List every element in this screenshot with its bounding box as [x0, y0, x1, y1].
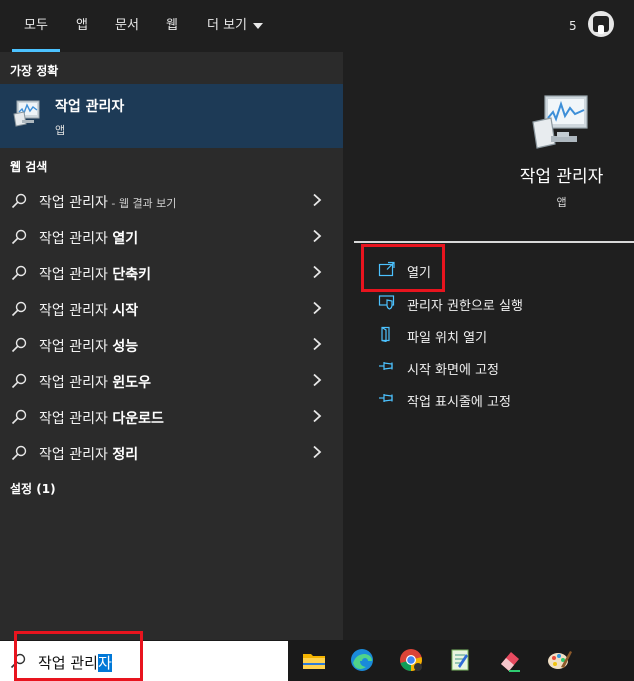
shield-icon [378, 295, 395, 310]
action-pin-to-taskbar[interactable]: 작업 표시줄에 고정 [354, 384, 634, 414]
search-icon [11, 373, 27, 389]
search-icon [11, 409, 27, 425]
tab-more-label: 더 보기 [207, 18, 248, 33]
action-pin-to-start[interactable]: 시작 화면에 고정 [354, 352, 634, 382]
action-open-file-location-label: 파일 위치 열기 [407, 331, 488, 346]
web-result-text: 작업 관리자 - 웹 결과 보기 [39, 192, 176, 212]
search-icon [11, 229, 27, 245]
best-match-heading: 가장 정확 [10, 64, 59, 78]
web-result-item[interactable]: 작업 관리자 다운로드 [0, 399, 343, 435]
web-result-text: 작업 관리자 성능 [39, 336, 138, 356]
chrome-icon[interactable] [397, 646, 425, 674]
web-result-item[interactable]: 작업 관리자 윈도우 [0, 363, 343, 399]
pin-icon [379, 394, 393, 402]
task-manager-icon [532, 95, 588, 149]
web-result-prefix: 작업 관리자 [39, 339, 113, 355]
search-typed-text: 작업 관리 [38, 654, 98, 672]
web-result-prefix: 작업 관리자 [39, 231, 113, 247]
search-icon [11, 445, 27, 461]
pin-icon [379, 362, 393, 370]
web-result-item[interactable]: 작업 관리자 시작 [0, 291, 343, 327]
web-result-text: 작업 관리자 열기 [39, 228, 138, 248]
web-result-keyword: 단축키 [112, 267, 151, 283]
web-result-keyword: 시작 [112, 303, 139, 319]
chevron-right-icon [313, 193, 322, 207]
action-open-label: 열기 [407, 266, 431, 281]
search-icon [10, 653, 26, 669]
web-result-item[interactable]: 작업 관리자 정리 [0, 435, 343, 471]
web-result-item[interactable]: 작업 관리자 단축키 [0, 255, 343, 291]
action-run-as-admin-label: 관리자 권한으로 실행 [407, 299, 523, 314]
action-open[interactable]: 열기 [354, 255, 634, 285]
search-input[interactable]: 작업 관리자 [0, 641, 288, 681]
best-match-subtitle: 앱 [55, 124, 66, 137]
web-result-text: 작업 관리자 시작 [39, 300, 138, 320]
web-result-keyword: 정리 [112, 447, 139, 463]
search-icon [11, 265, 27, 281]
search-text: 작업 관리자 [38, 652, 112, 673]
tab-all[interactable]: 모두 [12, 0, 60, 52]
chevron-right-icon [313, 409, 322, 423]
edge-icon[interactable] [348, 646, 376, 674]
paint-icon[interactable] [545, 646, 573, 674]
settings-heading[interactable]: 설정 (1) [10, 480, 56, 497]
search-selected-text: 자 [97, 654, 112, 672]
web-result-prefix: 작업 관리자 [39, 447, 113, 463]
chevron-right-icon [313, 265, 322, 279]
web-result-keyword: 열기 [112, 231, 139, 247]
action-run-as-admin[interactable]: 관리자 권한으로 실행 [354, 288, 634, 318]
app-type: 앱 [556, 196, 567, 209]
tab-more[interactable]: 더 보기 [207, 0, 264, 52]
web-result-text: 작업 관리자 다운로드 [39, 408, 164, 428]
tab-apps[interactable]: 앱 [76, 0, 88, 52]
web-result-prefix: 작업 관리자 [39, 411, 113, 427]
web-result-text: 작업 관리자 단축키 [39, 264, 151, 284]
search-icon [11, 301, 27, 317]
results-list: 가장 정확 작업 관리자 앱 웹 검색 작업 관리자 - 웹 결과 보기 작업 관… [0, 52, 343, 640]
caret-down-icon [253, 22, 264, 29]
web-result-item[interactable]: 작업 관리자 - 웹 결과 보기 [0, 183, 343, 219]
chevron-right-icon [313, 301, 322, 315]
rewards-points: 5 [569, 19, 577, 33]
web-result-prefix: 작업 관리자 [39, 303, 113, 319]
search-tab-bar: 모두 앱 문서 웹 더 보기 5 [0, 0, 634, 52]
action-pin-to-taskbar-label: 작업 표시줄에 고정 [407, 395, 511, 410]
web-search-heading: 웹 검색 [10, 160, 48, 174]
file-explorer-icon[interactable] [300, 646, 328, 674]
web-result-suffix: - 웹 결과 보기 [107, 197, 177, 210]
search-icon [11, 337, 27, 353]
divider [354, 241, 634, 243]
web-result-keyword: 다운로드 [112, 411, 164, 427]
taskbar: 작업 관리자 [0, 640, 634, 681]
best-match-title: 작업 관리자 [55, 99, 125, 115]
app-title: 작업 관리자 [519, 167, 604, 187]
app-preview-pane: 작업 관리자 앱 열기 관리자 권한으로 실행 파일 위치 열기 시작 화면에 … [354, 52, 634, 640]
web-result-keyword: 윈도우 [112, 375, 151, 391]
notepad-plus-icon[interactable] [446, 646, 474, 674]
action-pin-to-start-label: 시작 화면에 고정 [407, 363, 499, 378]
chevron-right-icon [313, 337, 322, 351]
file-location-icon [381, 326, 390, 342]
action-open-file-location[interactable]: 파일 위치 열기 [354, 320, 634, 350]
web-result-text: 작업 관리자 정리 [39, 444, 138, 464]
task-manager-icon [13, 100, 40, 127]
open-icon [378, 261, 395, 277]
web-result-item[interactable]: 작업 관리자 성능 [0, 327, 343, 363]
eraser-app-icon[interactable] [496, 646, 524, 674]
chevron-right-icon [313, 445, 322, 459]
web-result-item[interactable]: 작업 관리자 열기 [0, 219, 343, 255]
web-result-prefix: 작업 관리자 [39, 267, 113, 283]
web-result-keyword: 성능 [112, 339, 139, 355]
rewards-medal-icon[interactable] [588, 11, 614, 37]
tab-documents[interactable]: 문서 [115, 0, 139, 52]
chevron-right-icon [313, 229, 322, 243]
web-result-prefix: 작업 관리자 [39, 195, 108, 211]
tab-web[interactable]: 웹 [166, 0, 178, 52]
web-result-text: 작업 관리자 윈도우 [39, 372, 151, 392]
chevron-right-icon [313, 373, 322, 387]
best-match-item[interactable]: 작업 관리자 앱 [0, 84, 343, 148]
web-result-prefix: 작업 관리자 [39, 375, 113, 391]
search-icon [11, 193, 27, 209]
